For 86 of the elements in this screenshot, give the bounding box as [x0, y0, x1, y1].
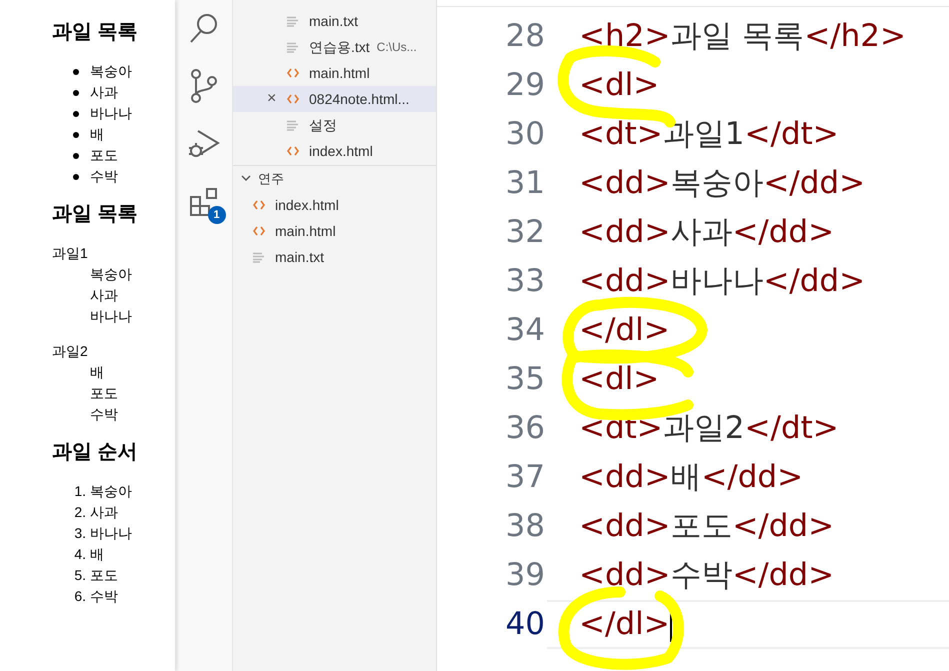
bullet-icon — [73, 132, 79, 138]
list-number: 3. — [73, 524, 87, 543]
folder-header[interactable]: 연주 — [233, 166, 436, 192]
line-number: 29 — [504, 66, 546, 106]
line-number: 31 — [504, 164, 546, 204]
code-file-icon — [287, 94, 299, 104]
code-line: <dd>포도</dd> — [579, 507, 834, 546]
definition-item: 바나나 — [89, 307, 133, 326]
line-number: 40 — [504, 605, 546, 644]
line-number: 28 — [504, 17, 546, 56]
code-line: </dl> — [579, 311, 670, 350]
bullet-icon — [73, 174, 79, 180]
code-line: <dl> — [579, 360, 660, 400]
open-editor-item[interactable]: index.html — [233, 138, 436, 164]
definition-item: 사과 — [89, 286, 119, 305]
definition-term: 과일1 — [52, 244, 89, 263]
definition-item: 포도 — [89, 384, 119, 403]
list-number: 4. — [73, 545, 87, 564]
code-line: <dd>복숭아</dd> — [579, 164, 866, 204]
list-item: 배 — [90, 125, 104, 144]
open-editor-item[interactable]: 설정 — [233, 112, 436, 138]
code-file-icon — [287, 146, 299, 156]
code-line: <dl> — [579, 66, 660, 106]
heading: 과일 목록 — [52, 202, 139, 227]
definition-item: 복숭아 — [89, 265, 133, 284]
line-number: 37 — [504, 458, 546, 498]
list-item: 수박 — [90, 587, 118, 606]
code-line: </dl> — [579, 605, 670, 644]
line-number: 34 — [504, 311, 546, 350]
bullet-icon — [73, 90, 79, 96]
code-line: <dd>바나나</dd> — [579, 262, 866, 302]
run-debug-icon[interactable] — [188, 129, 220, 159]
open-editor-item[interactable]: main.txt — [233, 8, 436, 34]
search-icon[interactable] — [188, 12, 218, 44]
list-number: 5. — [73, 566, 87, 585]
bullet-icon — [73, 110, 79, 116]
close-icon[interactable]: × — [267, 91, 287, 107]
list-item: 복숭아 — [90, 62, 132, 81]
code-line: <dd>수박</dd> — [579, 556, 834, 596]
line-number: 35 — [504, 360, 546, 400]
list-item: 사과 — [90, 503, 118, 522]
chevron-down-icon — [240, 175, 252, 183]
open-editor-item[interactable]: 연습용.txt C:\Us... — [233, 34, 436, 60]
open-editor-item[interactable]: main.html — [233, 60, 436, 86]
heading: 과일 순서 — [52, 440, 139, 465]
list-number: 1. — [73, 482, 87, 501]
extensions-icon[interactable] — [188, 187, 218, 217]
text-file-icon — [287, 16, 298, 26]
line-number: 38 — [504, 507, 546, 546]
source-control-icon[interactable] — [190, 69, 218, 103]
bullet-icon — [73, 152, 79, 158]
text-file-icon — [287, 120, 298, 130]
line-number: 30 — [504, 115, 546, 154]
code-line: <h2>과일 목록</h2> — [579, 17, 906, 56]
line-number: 36 — [504, 409, 546, 448]
code-line: <dt>과일1</dt> — [579, 115, 839, 154]
bullet-icon — [73, 68, 79, 74]
line-number: 32 — [504, 213, 546, 252]
list-item: 포도 — [90, 566, 118, 585]
list-item: 포도 — [90, 146, 118, 165]
list-item: 바나나 — [90, 524, 132, 543]
code-file-icon — [287, 68, 299, 78]
file-item[interactable]: main.txt — [233, 244, 436, 270]
code-line: <dd>사과</dd> — [579, 213, 834, 252]
line-number: 39 — [504, 556, 546, 596]
line-number: 33 — [504, 262, 546, 302]
file-item[interactable]: main.html — [233, 218, 436, 244]
list-item: 수박 — [90, 167, 118, 186]
list-item: 복숭아 — [90, 482, 132, 501]
list-number: 6. — [73, 587, 87, 606]
definition-item: 배 — [89, 363, 105, 382]
text-file-icon — [287, 42, 298, 52]
heading: 과일 목록 — [52, 20, 139, 45]
code-line: <dd>배</dd> — [579, 458, 804, 498]
list-number: 2. — [73, 503, 87, 522]
list-item: 바나나 — [90, 104, 132, 123]
code-file-icon — [253, 226, 265, 236]
code-file-icon — [253, 200, 265, 210]
open-editor-item[interactable]: × 0824note.html... — [233, 86, 436, 112]
list-item: 사과 — [90, 83, 118, 102]
file-item[interactable]: index.html — [233, 192, 436, 218]
list-item: 배 — [90, 545, 104, 564]
text-file-icon — [253, 252, 264, 262]
definition-term: 과일2 — [52, 342, 89, 361]
definition-item: 수박 — [89, 405, 119, 424]
notification-badge: 1 — [208, 206, 226, 224]
